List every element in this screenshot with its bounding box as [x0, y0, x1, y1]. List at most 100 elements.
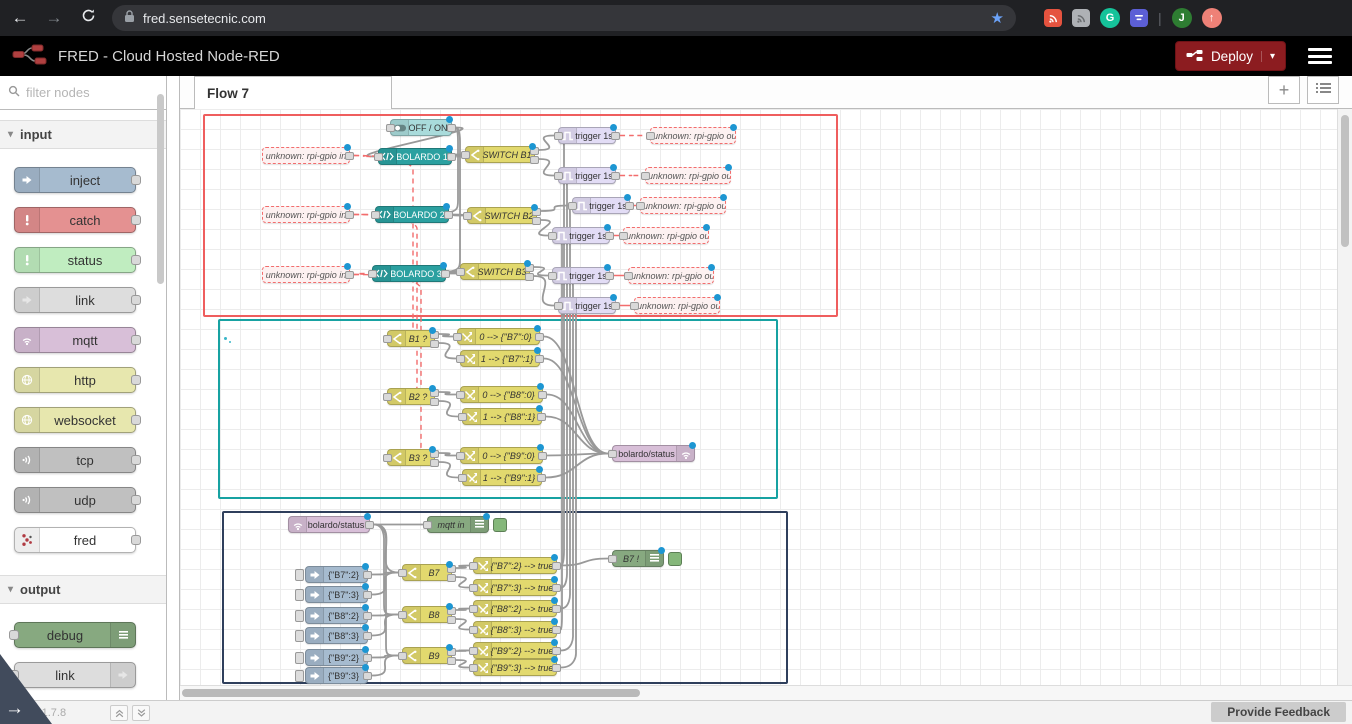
horizontal-scrollbar[interactable]: [180, 685, 1352, 700]
output-port[interactable]: [345, 211, 354, 219]
palette-node-debug[interactable]: debug: [14, 622, 136, 648]
input-port[interactable]: [398, 652, 407, 660]
output-port[interactable]: [552, 664, 561, 672]
output-port[interactable]: [552, 626, 561, 634]
output-port[interactable]: [537, 474, 546, 482]
input-port[interactable]: [368, 270, 377, 278]
flow-list-button[interactable]: [1307, 76, 1339, 104]
output-port[interactable]: [535, 355, 544, 363]
node-inj3[interactable]: {"B8":2}: [305, 607, 368, 624]
node-port[interactable]: [9, 630, 19, 640]
output-port[interactable]: [441, 270, 450, 278]
node-chg_b8_0[interactable]: 0 --> {"B8":0}: [460, 386, 543, 403]
input-port[interactable]: [554, 172, 563, 180]
input-port[interactable]: [458, 474, 467, 482]
deploy-button[interactable]: Deploy ▾: [1175, 41, 1286, 71]
node-b1q[interactable]: B1 ?: [387, 330, 435, 347]
node-port[interactable]: [131, 335, 141, 345]
input-port[interactable]: [469, 647, 478, 655]
debug-toggle[interactable]: [493, 518, 507, 532]
inject-button[interactable]: [295, 589, 304, 601]
output-port[interactable]: [363, 632, 372, 640]
node-switchb1[interactable]: SWITCH B1: [465, 146, 535, 163]
input-port[interactable]: [554, 132, 563, 140]
output-port-2[interactable]: [430, 398, 439, 406]
input-port[interactable]: [374, 153, 383, 161]
input-port[interactable]: [469, 664, 478, 672]
output-port[interactable]: [552, 562, 561, 570]
palette-node-status[interactable]: status: [14, 247, 136, 273]
input-port[interactable]: [619, 232, 628, 240]
input-port[interactable]: [398, 611, 407, 619]
profile-avatar[interactable]: J: [1172, 8, 1192, 28]
palette-search[interactable]: filter nodes: [0, 76, 166, 110]
input-port[interactable]: [458, 413, 467, 421]
output-port[interactable]: [363, 672, 372, 680]
input-port[interactable]: [398, 569, 407, 577]
node-dbg_b7[interactable]: B7 !: [612, 550, 664, 567]
provide-feedback-button[interactable]: Provide Feedback: [1211, 702, 1346, 722]
update-icon[interactable]: ↑: [1202, 8, 1222, 28]
node-port[interactable]: [131, 495, 141, 505]
output-port[interactable]: [363, 591, 372, 599]
output-port[interactable]: [535, 333, 544, 341]
node-switchb3[interactable]: SWITCH B3: [460, 263, 530, 280]
input-port[interactable]: [383, 454, 392, 462]
output-port-2[interactable]: [447, 657, 456, 665]
node-trig2[interactable]: trigger 1s: [558, 167, 616, 184]
node-chg_b8_1[interactable]: 1 --> {"B8":1}: [462, 408, 542, 425]
node-chgt6[interactable]: {"B9":3} --> true: [473, 659, 557, 676]
node-unk_out6[interactable]: unknown: rpi-gpio out: [634, 297, 720, 314]
output-port[interactable]: [363, 654, 372, 662]
palette-scrollbar[interactable]: [157, 94, 164, 284]
input-port[interactable]: [383, 335, 392, 343]
output-port[interactable]: [444, 211, 453, 219]
node-port[interactable]: [131, 215, 141, 225]
node-unk_in1[interactable]: unknown: rpi-gpio in: [262, 147, 350, 164]
node-switchb2[interactable]: SWITCH B2: [467, 207, 537, 224]
output-port[interactable]: [538, 452, 547, 460]
node-chgt2[interactable]: {"B7":3} --> true: [473, 579, 557, 596]
node-port[interactable]: [131, 455, 141, 465]
vertical-scrollbar-thumb[interactable]: [1341, 115, 1349, 247]
output-port[interactable]: [552, 647, 561, 655]
node-trig3[interactable]: trigger 1s: [572, 197, 630, 214]
input-port[interactable]: [624, 272, 633, 280]
node-bolardo2[interactable]: BOLARDO 2: [375, 206, 449, 223]
palette-node-tcp[interactable]: tcp: [14, 447, 136, 473]
node-bolardo1[interactable]: BOLARDO 1: [378, 148, 452, 165]
input-port[interactable]: [636, 202, 645, 210]
node-unk_out2[interactable]: unknown: rpi-gpio out: [645, 167, 731, 184]
node-chgt3[interactable]: {"B8":2} --> true: [473, 600, 557, 617]
node-port[interactable]: [131, 175, 141, 185]
node-port[interactable]: [131, 295, 141, 305]
node-b2q[interactable]: B2 ?: [387, 388, 435, 405]
node-off_on[interactable]: OFF / ON: [390, 119, 452, 136]
node-port[interactable]: [131, 375, 141, 385]
horizontal-scrollbar-thumb[interactable]: [182, 689, 640, 697]
output-port[interactable]: [611, 302, 620, 310]
node-unk_out1[interactable]: unknown: rpi-gpio out: [650, 127, 736, 144]
output-port-2[interactable]: [447, 574, 456, 582]
node-port[interactable]: [131, 255, 141, 265]
node-inj4[interactable]: {"B8":3}: [305, 627, 368, 644]
input-port[interactable]: [641, 172, 650, 180]
indigo-extension-icon[interactable]: [1130, 9, 1148, 27]
add-flow-button[interactable]: +: [1268, 76, 1300, 104]
node-swb8[interactable]: B8: [402, 606, 452, 623]
node-unk_in3[interactable]: unknown: rpi-gpio in: [262, 266, 350, 283]
input-port[interactable]: [456, 391, 465, 399]
output-port[interactable]: [625, 202, 634, 210]
output-port[interactable]: [447, 124, 456, 132]
output-port-2[interactable]: [430, 340, 439, 348]
expand-all-button[interactable]: [132, 705, 150, 721]
output-port-2[interactable]: [430, 459, 439, 467]
input-port[interactable]: [646, 132, 655, 140]
palette-section-input[interactable]: ▾input: [0, 120, 166, 149]
forward-icon[interactable]: →: [44, 8, 64, 28]
reload-icon[interactable]: [78, 8, 98, 28]
input-port[interactable]: [630, 302, 639, 310]
palette-node-websocket[interactable]: websocket: [14, 407, 136, 433]
node-trig4[interactable]: trigger 1s: [552, 227, 610, 244]
node-chgt5[interactable]: {"B9":2} --> true: [473, 642, 557, 659]
